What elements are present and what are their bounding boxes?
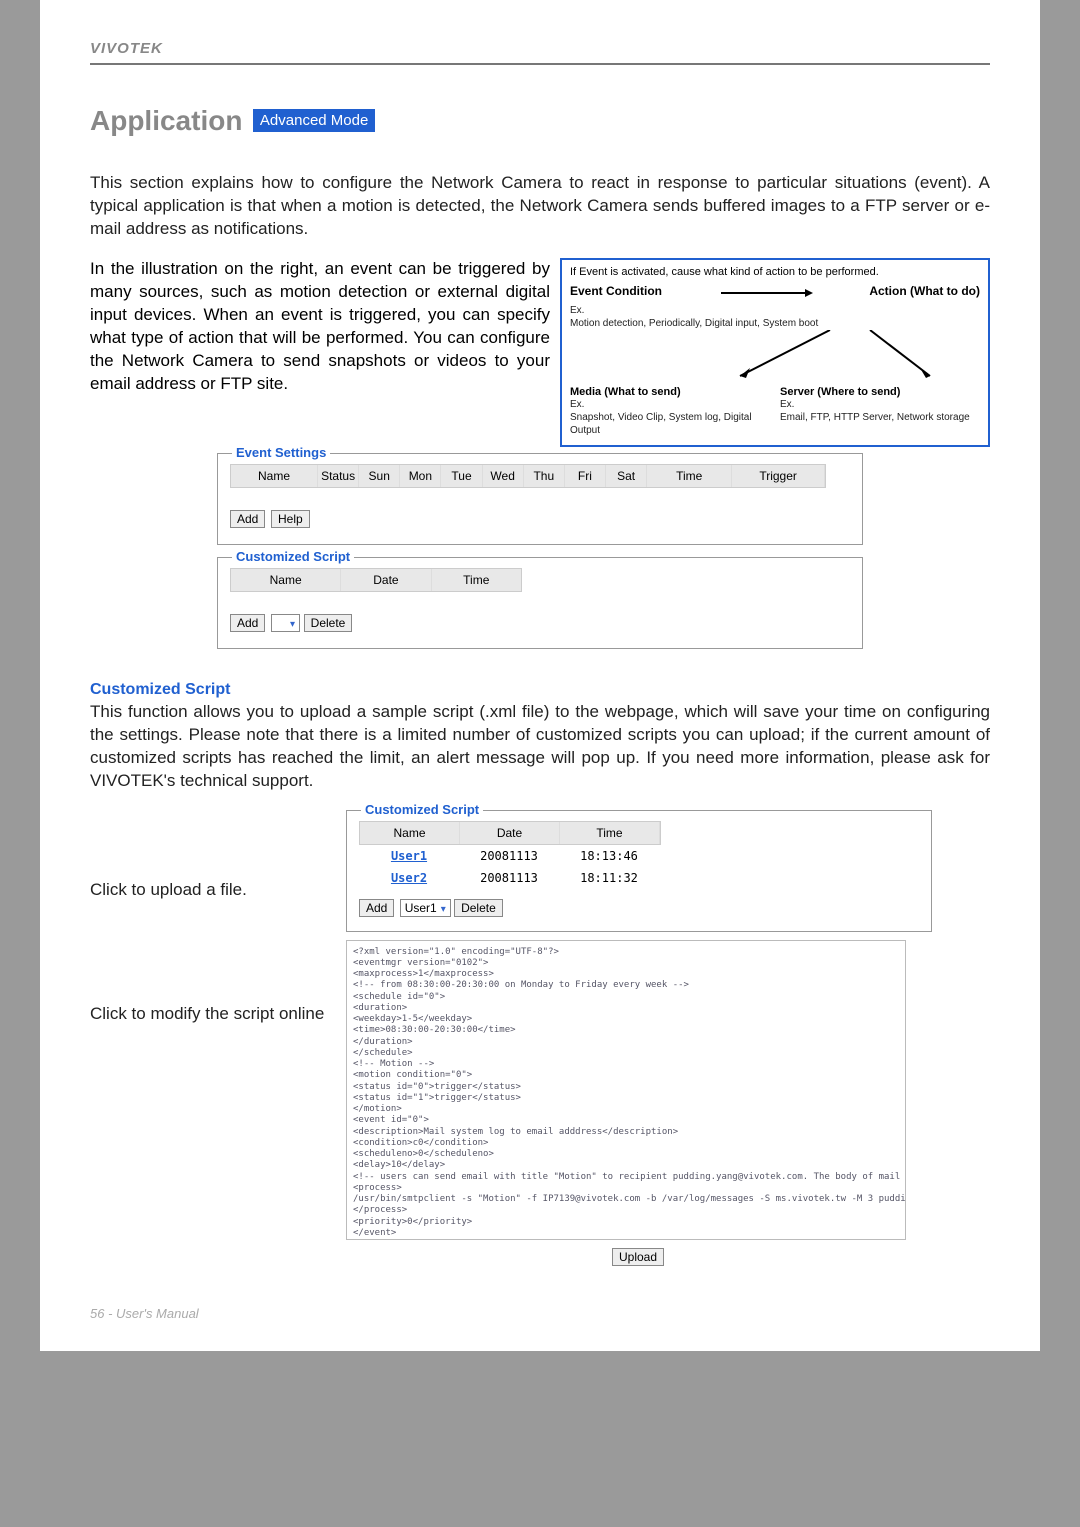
ex-label-3: Ex. bbox=[780, 398, 980, 411]
event-help-button[interactable]: Help bbox=[271, 510, 310, 528]
col-wed: Wed bbox=[483, 465, 524, 487]
page-title: Application bbox=[90, 105, 242, 137]
row1-time: 18:11:32 bbox=[559, 867, 659, 889]
col-trigger: Trigger bbox=[732, 465, 825, 487]
condition-examples: Motion detection, Periodically, Digital … bbox=[570, 317, 980, 330]
cs-top-delete-button[interactable]: Delete bbox=[304, 614, 353, 632]
event-condition-label: Event Condition bbox=[570, 284, 662, 302]
action-label: Action (What to do) bbox=[869, 284, 980, 302]
cs-top-select[interactable]: ▾ bbox=[271, 614, 300, 632]
cs-top-headers: Name Date Time bbox=[230, 568, 522, 592]
col-sun: Sun bbox=[359, 465, 400, 487]
server-examples: Email, FTP, HTTP Server, Network storage bbox=[780, 411, 980, 424]
upload-button[interactable]: Upload bbox=[612, 1248, 664, 1266]
row0-time: 18:13:46 bbox=[559, 845, 659, 867]
cs-top-col-name: Name bbox=[231, 569, 341, 591]
col-name: Name bbox=[231, 465, 318, 487]
col-mon: Mon bbox=[400, 465, 441, 487]
col-thu: Thu bbox=[524, 465, 565, 487]
cs-bottom-add-button[interactable]: Add bbox=[359, 899, 394, 917]
col-sat: Sat bbox=[606, 465, 647, 487]
event-settings-panel: Event Settings Name Status Sun Mon Tue W… bbox=[217, 453, 863, 661]
customized-script-heading: Customized Script bbox=[90, 681, 990, 699]
cs-top-col-time: Time bbox=[432, 569, 521, 591]
diagram-branch-arrows bbox=[570, 330, 980, 380]
upload-caption: Click to upload a file. bbox=[90, 880, 330, 900]
col-tue: Tue bbox=[441, 465, 482, 487]
cs-top-add-button[interactable]: Add bbox=[230, 614, 265, 632]
script-link-user2[interactable]: User2 bbox=[391, 871, 427, 885]
col-time: Time bbox=[647, 465, 732, 487]
customized-script-legend-bottom: Customized Script bbox=[361, 802, 483, 817]
ex-label-2: Ex. bbox=[570, 398, 770, 411]
row0-date: 20081113 bbox=[459, 845, 559, 867]
script-link-user1[interactable]: User1 bbox=[391, 849, 427, 863]
header-rule bbox=[90, 63, 990, 65]
left-paragraph: In the illustration on the right, an eve… bbox=[90, 258, 550, 396]
customized-script-panel-bottom: Customized Script Name Date Time User1 2… bbox=[346, 810, 932, 932]
cs-bottom-delete-button[interactable]: Delete bbox=[454, 899, 503, 917]
row1-date: 20081113 bbox=[459, 867, 559, 889]
event-diagram: If Event is activated, cause what kind o… bbox=[560, 258, 990, 447]
media-examples: Snapshot, Video Clip, System log, Digita… bbox=[570, 411, 770, 437]
chevron-down-icon: ▾ bbox=[441, 904, 446, 915]
customized-script-paragraph: This function allows you to upload a sam… bbox=[90, 701, 990, 793]
table-row: User2 20081113 18:11:32 bbox=[359, 867, 659, 889]
ex-label-1: Ex. bbox=[570, 304, 980, 317]
cs-bottom-col-date: Date bbox=[460, 822, 560, 844]
cs-bottom-col-time: Time bbox=[560, 822, 660, 844]
cs-bottom-col-name: Name bbox=[360, 822, 460, 844]
arrow-right-icon bbox=[721, 292, 811, 294]
event-settings-legend: Event Settings bbox=[232, 445, 330, 460]
script-editor[interactable]: <?xml version="1.0" encoding="UTF-8"?> <… bbox=[346, 940, 906, 1240]
table-row: User1 20081113 18:13:46 bbox=[359, 845, 659, 867]
brand: VIVOTEK bbox=[90, 40, 990, 57]
advanced-mode-badge: Advanced Mode bbox=[253, 109, 375, 132]
event-add-button[interactable]: Add bbox=[230, 510, 265, 528]
cs-bottom-select[interactable]: User1▾ bbox=[400, 899, 451, 917]
media-label: Media (What to send) bbox=[570, 386, 770, 398]
chevron-down-icon: ▾ bbox=[290, 619, 295, 630]
customized-script-legend-top: Customized Script bbox=[232, 549, 354, 564]
diagram-top-note: If Event is activated, cause what kind o… bbox=[570, 266, 980, 278]
intro-paragraph: This section explains how to configure t… bbox=[90, 172, 990, 241]
modify-caption: Click to modify the script online bbox=[90, 1004, 330, 1024]
page-footer: 56 - User's Manual bbox=[90, 1306, 990, 1321]
col-status: Status bbox=[318, 465, 359, 487]
cs-top-col-date: Date bbox=[341, 569, 431, 591]
col-fri: Fri bbox=[565, 465, 606, 487]
event-settings-headers: Name Status Sun Mon Tue Wed Thu Fri Sat … bbox=[230, 464, 826, 488]
cs-bottom-headers: Name Date Time bbox=[359, 821, 661, 845]
server-label: Server (Where to send) bbox=[780, 386, 980, 398]
